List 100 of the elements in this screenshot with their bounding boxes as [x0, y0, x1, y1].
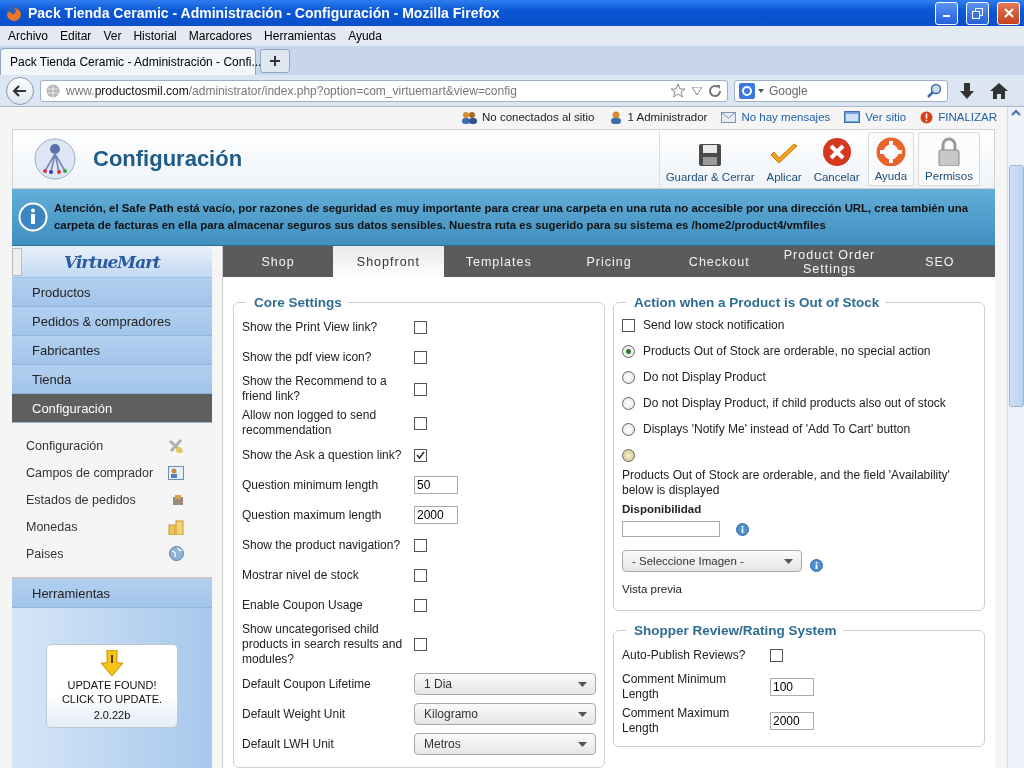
checkbox[interactable] — [414, 568, 427, 582]
address-bar[interactable]: www.productosmil.com/administrator/index.php?option=com_virtuemart&view=config — [40, 79, 728, 102]
setting-label: Show the Ask a question link? — [242, 447, 403, 463]
checkbox[interactable] — [414, 320, 427, 334]
menu-item[interactable]: Historial — [127, 29, 183, 43]
minimize-button[interactable] — [935, 1, 958, 25]
checkbox[interactable] — [414, 416, 427, 430]
radio-button[interactable] — [622, 396, 635, 410]
padlock-icon — [938, 137, 961, 166]
checkbox[interactable] — [414, 638, 427, 651]
dropdown[interactable]: Metros — [414, 733, 596, 755]
caret-icon — [578, 711, 587, 717]
tab[interactable]: Pricing — [553, 246, 665, 277]
number-field[interactable]: 50 — [414, 476, 458, 494]
menu-item[interactable]: Herramientas — [258, 29, 343, 43]
sidebar-item[interactable]: Fabricantes — [12, 336, 212, 365]
submenu-item[interactable]: Estados de pedidos — [12, 486, 212, 513]
restore-icon — [972, 7, 983, 19]
menu-item[interactable]: Marcadores — [182, 29, 259, 43]
mail-icon — [721, 111, 737, 123]
setting-label: Comment Minimum Length — [622, 672, 727, 702]
dropdown-arrow-icon[interactable] — [692, 86, 702, 95]
status-link[interactable]: Ver sitio — [844, 111, 907, 123]
sidebar-item[interactable]: Tienda — [12, 365, 212, 394]
dropdown[interactable]: 1 Dia — [414, 673, 596, 695]
coins-icon — [168, 518, 184, 535]
number-field[interactable]: 100 — [770, 678, 814, 696]
tab[interactable]: Product Order Settings — [774, 246, 885, 277]
new-tab-button[interactable] — [260, 49, 290, 73]
submenu-item[interactable]: Paises — [12, 540, 212, 567]
version-text: 2.0.22b — [92, 708, 132, 722]
search-field[interactable]: Google — [734, 79, 948, 102]
section-title: Core Settings — [253, 295, 343, 310]
setting-label: Allow non logged to send recommendation — [242, 408, 378, 438]
setting-label: Question maximum length — [242, 507, 383, 523]
submenu-item[interactable]: Campos de comprador — [12, 459, 212, 486]
tools-icon — [168, 437, 184, 454]
toolbar-button[interactable]: Guardar & Cerrar — [659, 132, 761, 186]
toolbar-button[interactable]: Ayuda — [867, 132, 915, 186]
tab[interactable]: SEO — [884, 246, 995, 277]
sidebar-item[interactable]: Herramientas — [12, 579, 212, 608]
tab[interactable]: Shop — [223, 246, 334, 277]
checkbox[interactable] — [622, 318, 635, 332]
tab[interactable]: Checkout — [664, 246, 775, 277]
menu-item[interactable]: Archivo — [2, 29, 54, 43]
tab[interactable]: Shopfront — [333, 246, 444, 277]
caret-icon — [578, 681, 587, 687]
window-icon — [844, 111, 861, 123]
radio-button[interactable] — [622, 344, 635, 358]
reload-icon[interactable] — [708, 83, 722, 98]
availability-field[interactable] — [622, 521, 720, 537]
menu-item[interactable]: Ayuda — [342, 29, 388, 43]
sidebar-item[interactable]: Pedidos & compradores — [12, 307, 212, 336]
close-button[interactable] — [997, 1, 1020, 25]
setting-label: Show the product navigation? — [242, 537, 402, 553]
option-label: Do not Display Product, if child products also out of stock — [643, 395, 946, 411]
setting-label: Show uncategorised child products in search results and modules? — [242, 622, 404, 667]
checkbox[interactable] — [414, 448, 427, 462]
toolbar-button[interactable]: Cancelar — [807, 132, 866, 186]
checkbox[interactable] — [414, 382, 427, 396]
toolbar-button[interactable]: Aplicar — [760, 132, 808, 186]
number-field[interactable]: 2000 — [414, 506, 458, 524]
image-dropdown[interactable]: - Seleccione Imagen - — [622, 550, 802, 572]
caret-icon[interactable] — [758, 88, 764, 93]
close-icon — [821, 137, 852, 167]
collapse-handle[interactable] — [12, 248, 22, 276]
toolbar-button[interactable]: Permisos — [918, 132, 980, 186]
caret-icon — [784, 558, 793, 564]
checkbox[interactable] — [414, 538, 427, 552]
menu-item[interactable]: Editar — [54, 29, 98, 43]
restore-button[interactable] — [966, 1, 989, 25]
status-text: 1 Administrador — [608, 110, 708, 124]
radio-button[interactable] — [622, 370, 635, 384]
tab[interactable]: Templates — [443, 246, 554, 277]
notice-text: Atención, el Safe Path está vacío, por razones de seguridad es muy importante para crear una carpeta en una ruta no accesible por una dirección URL, crea también una carpeta de facturas en ella para almacenar seguros sus datos sensibles. Nuestra ruta es sugerido para su sistema es /home2/product4/vmfiles — [54, 201, 970, 233]
checkbox[interactable] — [770, 648, 783, 662]
search-icon[interactable] — [927, 82, 943, 99]
radio-button[interactable] — [622, 422, 635, 436]
menu-item[interactable]: Ver — [97, 29, 128, 43]
setting-label: Show the pdf view icon? — [242, 349, 373, 365]
back-button[interactable] — [6, 76, 34, 105]
submenu-item[interactable]: Monedas — [12, 513, 212, 540]
star-icon[interactable] — [670, 82, 686, 99]
setting-label: Mostrar nivel de stock — [242, 567, 360, 583]
scrollbar[interactable] — [1007, 107, 1024, 768]
sidebar-item[interactable]: Configuración — [12, 394, 212, 423]
info-icon — [736, 522, 749, 536]
network-logo-icon — [33, 137, 77, 181]
submenu-item[interactable]: Configuración — [12, 432, 212, 459]
section-title: Shopper Review/Rating System — [633, 623, 838, 638]
update-notice[interactable]: UPDATE FOUND! CLICK TO UPDATE. 2.0.22b — [46, 644, 178, 728]
sidebar-item[interactable]: Productos — [12, 278, 212, 307]
checkbox[interactable] — [414, 350, 427, 364]
number-field[interactable]: 2000 — [770, 712, 814, 730]
status-link[interactable]: No hay mensajes — [721, 111, 831, 123]
checkbox[interactable] — [414, 598, 427, 612]
dropdown[interactable]: Kilogramo — [414, 703, 596, 725]
option-label: Send low stock notification — [643, 317, 785, 333]
radio-button[interactable] — [622, 448, 635, 462]
status-link[interactable]: FINALIZAR — [920, 110, 997, 124]
